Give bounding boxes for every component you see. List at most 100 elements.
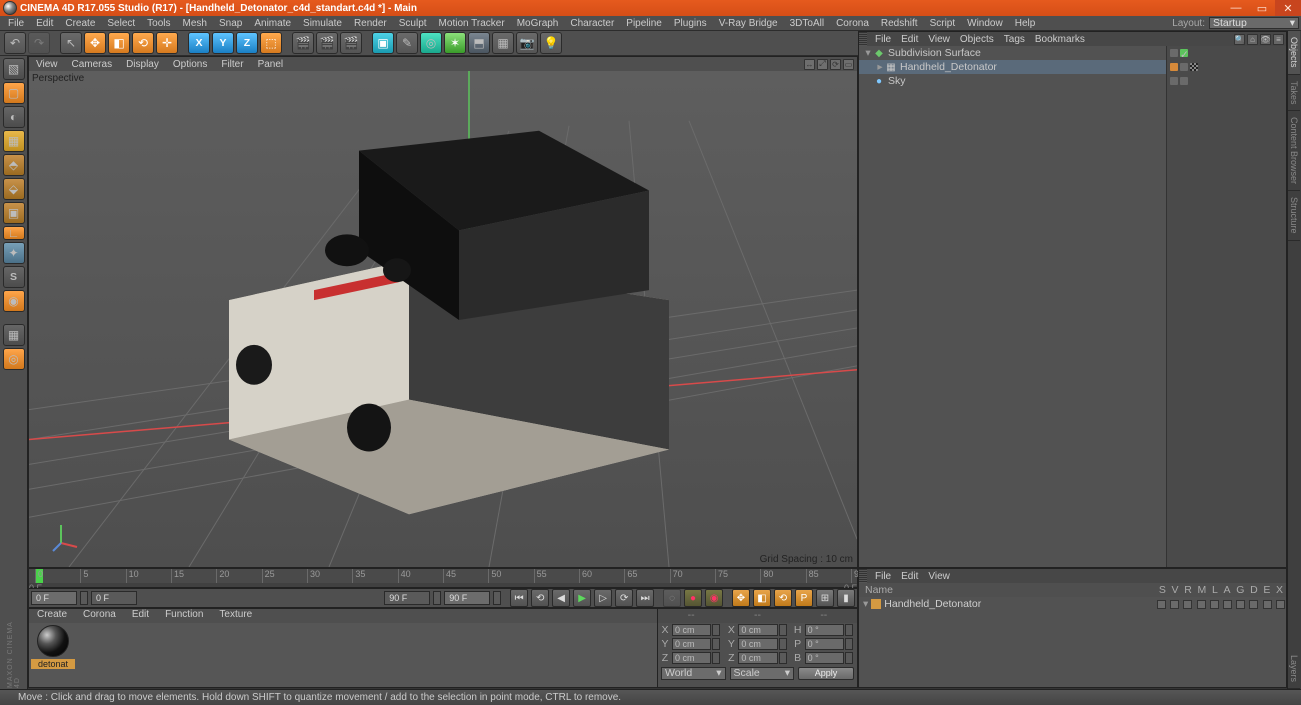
menu-file[interactable]: File: [2, 18, 30, 29]
mat-menu-function[interactable]: Function: [157, 609, 211, 623]
coord-space-dropdown[interactable]: World▾: [661, 667, 726, 680]
menu-3dtoall[interactable]: 3DToAll: [784, 18, 830, 29]
menu-redshift[interactable]: Redshift: [875, 18, 924, 29]
mat-menu-create[interactable]: Create: [29, 609, 75, 623]
om-menu-objects[interactable]: Objects: [955, 34, 999, 45]
mat-menu-corona[interactable]: Corona: [75, 609, 124, 623]
menu-corona[interactable]: Corona: [830, 18, 875, 29]
menu-simulate[interactable]: Simulate: [297, 18, 348, 29]
home-icon[interactable]: ⌂: [1247, 34, 1258, 45]
search-icon[interactable]: 🔍: [1234, 34, 1245, 45]
eye-icon[interactable]: 👁: [1260, 34, 1271, 45]
vp-menu-display[interactable]: Display: [119, 59, 166, 70]
menu-character[interactable]: Character: [564, 18, 620, 29]
model-mode[interactable]: ▢: [3, 82, 25, 104]
menu-create[interactable]: Create: [59, 18, 101, 29]
close-button[interactable]: ✕: [1275, 0, 1301, 16]
material-slot[interactable]: detonat: [31, 625, 75, 669]
subdiv-generator[interactable]: ◎: [420, 32, 442, 54]
workplane-mode[interactable]: ▦: [3, 130, 25, 152]
mat-menu-edit[interactable]: Edit: [124, 609, 157, 623]
goto-end[interactable]: ⏭: [636, 589, 654, 607]
next-frame[interactable]: ▷: [594, 589, 612, 607]
record-key[interactable]: ◌: [663, 589, 681, 607]
disclosure-icon[interactable]: ▾: [863, 598, 868, 610]
frame-current-field[interactable]: 0 F: [91, 591, 137, 605]
attr-menu-view[interactable]: View: [923, 571, 955, 582]
select-tool[interactable]: ↖: [60, 32, 82, 54]
poly-mode[interactable]: ▣: [3, 202, 25, 224]
move-tool[interactable]: ✥: [84, 32, 106, 54]
key-sel[interactable]: ▮: [837, 589, 855, 607]
vp-nav-icon[interactable]: ⤢: [817, 59, 828, 70]
om-menu-tags[interactable]: Tags: [999, 34, 1030, 45]
object-row[interactable]: ▾◆Subdivision Surface: [859, 46, 1166, 60]
make-editable[interactable]: ▧: [3, 58, 25, 80]
mat-menu-texture[interactable]: Texture: [211, 609, 260, 623]
menu-pipeline[interactable]: Pipeline: [620, 18, 668, 29]
edge-mode[interactable]: ⬙: [3, 178, 25, 200]
panel-handle[interactable]: [859, 32, 867, 46]
side-tab-takes[interactable]: Takes: [1288, 75, 1300, 112]
rotate-tool[interactable]: ⟲: [132, 32, 154, 54]
menu-snap[interactable]: Snap: [213, 18, 248, 29]
menu-animate[interactable]: Animate: [248, 18, 297, 29]
play-button[interactable]: ▶: [573, 589, 591, 607]
frame-end-field[interactable]: 90 F: [444, 591, 490, 605]
key-pla[interactable]: P: [795, 589, 813, 607]
cube-primitive[interactable]: ▣: [372, 32, 394, 54]
frame-start-field[interactable]: 0 F: [31, 591, 77, 605]
layout-dropdown[interactable]: Startup▾: [1209, 17, 1299, 29]
spinner[interactable]: [493, 591, 501, 605]
viewport-canvas[interactable]: [29, 71, 857, 567]
render-settings[interactable]: 🎬: [340, 32, 362, 54]
vp-nav-icon[interactable]: ▭: [843, 59, 854, 70]
side-tab-content-browser[interactable]: Content Browser: [1288, 111, 1300, 191]
render-view[interactable]: 🎬: [292, 32, 314, 54]
menu-v-ray-bridge[interactable]: V-Ray Bridge: [713, 18, 784, 29]
object-row[interactable]: ▸▦Handheld_Detonator: [859, 60, 1166, 74]
vp-menu-filter[interactable]: Filter: [214, 59, 250, 70]
axis-z-toggle[interactable]: Z: [236, 32, 258, 54]
axis-snap[interactable]: ∟: [3, 226, 25, 240]
attr-row[interactable]: ▾ Handheld_Detonator: [859, 597, 1286, 611]
maximize-button[interactable]: ▭: [1249, 0, 1275, 16]
timeline[interactable]: 051015202530354045505560657075808590 0 F…: [28, 568, 858, 588]
vp-menu-view[interactable]: View: [29, 59, 65, 70]
scale-tool[interactable]: ◧: [108, 32, 130, 54]
attr-menu-file[interactable]: File: [870, 571, 896, 582]
list-icon[interactable]: ≡: [1273, 34, 1284, 45]
light-object[interactable]: 💡: [540, 32, 562, 54]
menu-plugins[interactable]: Plugins: [668, 18, 713, 29]
vp-nav-icon[interactable]: ↔: [804, 59, 815, 70]
menu-window[interactable]: Window: [961, 18, 1009, 29]
soft-select[interactable]: ◉: [3, 290, 25, 312]
object-tree[interactable]: ▾◆Subdivision Surface▸▦Handheld_Detonato…: [859, 46, 1166, 567]
undo-button[interactable]: ↶: [4, 32, 26, 54]
prev-frame[interactable]: ◀: [552, 589, 570, 607]
spinner[interactable]: [80, 591, 88, 605]
minimize-button[interactable]: —: [1223, 0, 1249, 16]
object-tags[interactable]: ✓: [1166, 46, 1286, 567]
material-area[interactable]: detonat: [29, 623, 657, 687]
key-all[interactable]: ⊞: [816, 589, 834, 607]
menu-tools[interactable]: Tools: [141, 18, 176, 29]
side-tab-structure[interactable]: Structure: [1288, 191, 1300, 241]
om-menu-bookmarks[interactable]: Bookmarks: [1030, 34, 1090, 45]
record-button[interactable]: ◉: [705, 589, 723, 607]
menu-edit[interactable]: Edit: [30, 18, 59, 29]
frame-range-field[interactable]: 90 F: [384, 591, 430, 605]
render-pv[interactable]: 🎬: [316, 32, 338, 54]
menu-mesh[interactable]: Mesh: [177, 18, 213, 29]
autokey[interactable]: ●: [684, 589, 702, 607]
enable-axis[interactable]: ✦: [3, 242, 25, 264]
menu-sculpt[interactable]: Sculpt: [393, 18, 433, 29]
point-mode[interactable]: ⬘: [3, 154, 25, 176]
vp-menu-options[interactable]: Options: [166, 59, 214, 70]
panel-handle[interactable]: [859, 569, 867, 583]
bend-deformer[interactable]: ⬒: [468, 32, 490, 54]
menu-select[interactable]: Select: [101, 18, 141, 29]
key-rot[interactable]: ⟲: [774, 589, 792, 607]
vp-menu-panel[interactable]: Panel: [251, 59, 291, 70]
side-tab-layers[interactable]: Layers: [1288, 649, 1300, 689]
